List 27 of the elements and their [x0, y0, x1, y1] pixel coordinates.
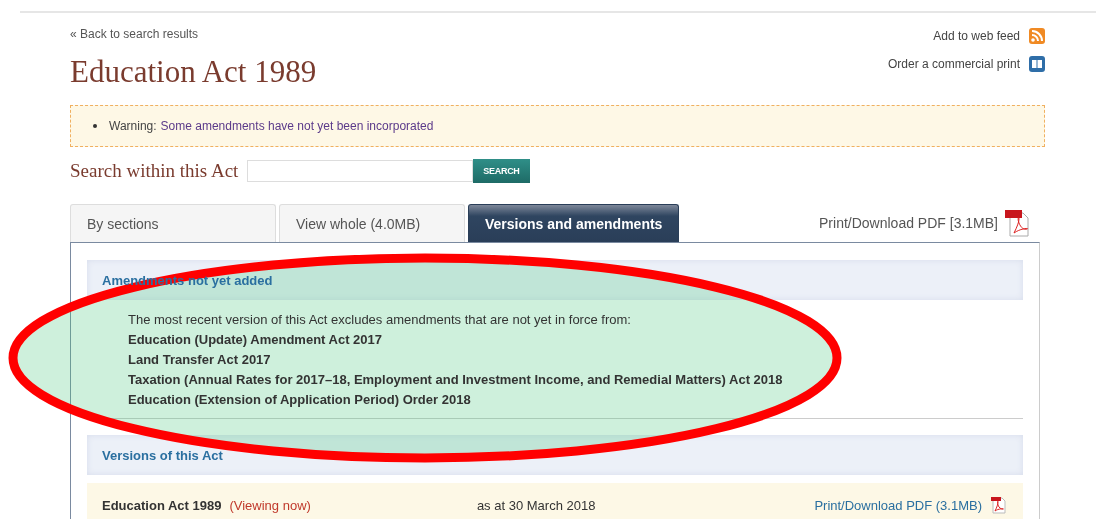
pdf-link[interactable]: Print/Download PDF (3.1MB): [814, 497, 982, 513]
action-link[interactable]: Add to web feed: [933, 29, 1020, 43]
tab[interactable]: View whole (4.0MB): [279, 204, 465, 242]
version-title: Education Act 1989: [102, 497, 222, 513]
pdf-link[interactable]: Print/Download PDF [3.1MB]: [819, 215, 998, 231]
search-field[interactable]: [247, 160, 474, 182]
tab[interactable]: Versions and amendments: [468, 204, 680, 242]
warning-label: Warning:: [109, 119, 157, 133]
search-label: Search within this Act: [70, 160, 239, 182]
viewing-status: (Viewing now): [229, 497, 311, 513]
intro-text: The most recent version of this Act excludes amendments that are not yet in force from:: [128, 311, 632, 329]
pdf-icon[interactable]: [990, 496, 1006, 514]
page-title: Education Act 1989: [70, 53, 317, 91]
book-icon[interactable]: [1029, 56, 1045, 72]
version-date: as at 30 March 2018: [476, 497, 596, 513]
amendment-title: Education (Update) Amendment Act 2017: [128, 331, 384, 349]
bullet-icon: [93, 124, 97, 128]
pdf-icon[interactable]: [1004, 209, 1030, 237]
action-link[interactable]: Order a commercial print: [887, 57, 1020, 71]
search-button[interactable]: SEARCH: [473, 159, 530, 183]
amendment-title: Education (Extension of Application Period) Order 2018: [128, 391, 472, 409]
amendment-title: Land Transfer Act 2017: [128, 351, 272, 369]
amendment-title: Taxation (Annual Rates for 2017–18, Employment and Investment Income, and Remedial Matters) Act 2018: [128, 371, 784, 389]
tab[interactable]: By sections: [70, 204, 276, 242]
back-link[interactable]: « Back to search results: [70, 27, 317, 41]
warning-text: Some amendments have not yet been incorporated: [160, 119, 434, 133]
section-heading: Versions of this Act: [102, 447, 223, 463]
